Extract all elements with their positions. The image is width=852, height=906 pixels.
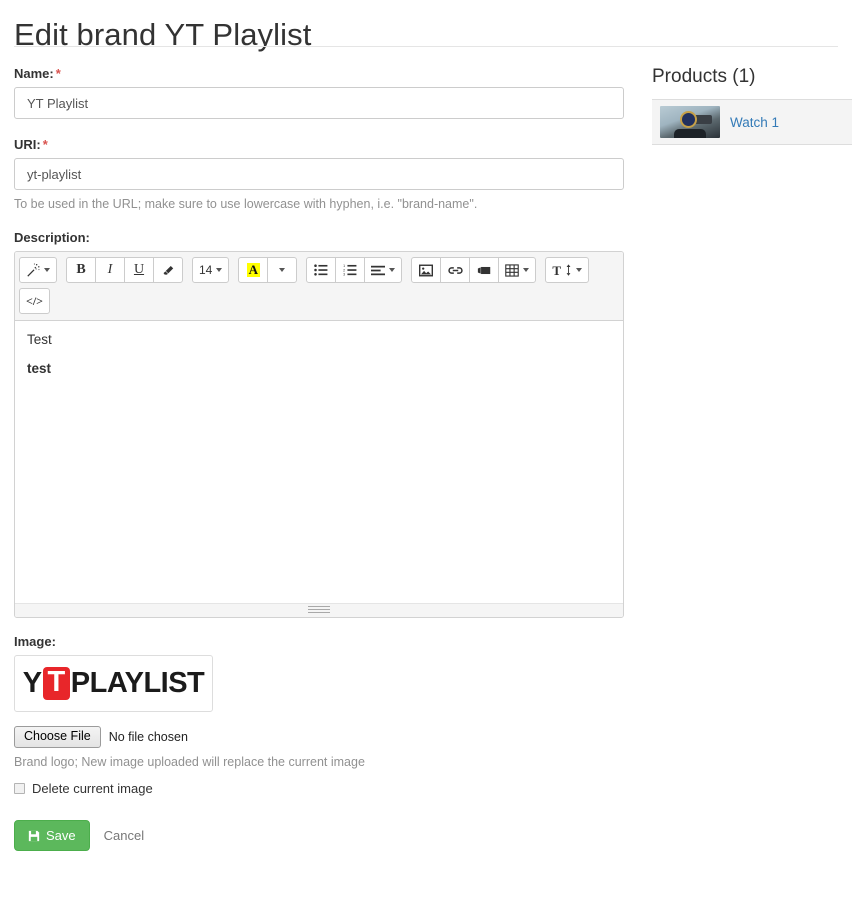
name-required-marker: *: [55, 66, 61, 81]
ordered-list-icon[interactable]: 1 2 3: [335, 257, 366, 283]
underline-button[interactable]: U: [124, 257, 154, 283]
toolbar-group-paragraph: 1 2 3: [306, 257, 403, 283]
resize-grip-icon: [308, 606, 330, 615]
toolbar-group-style: [19, 257, 57, 283]
svg-text:2: 2: [344, 268, 346, 272]
uri-help-text: To be used in the URL; make sure to use …: [14, 197, 478, 211]
editor-paragraph: Test: [27, 332, 52, 347]
logo-word-playlist: PLAYLIST: [70, 666, 205, 699]
toolbar-group-font-style: B I U: [66, 257, 183, 283]
toolbar-group-code: </>: [19, 288, 51, 314]
svg-text:1: 1: [344, 264, 346, 268]
save-button-label: Save: [46, 828, 76, 843]
image-help-text: Brand logo; New image uploaded will repl…: [14, 755, 365, 769]
save-button[interactable]: Save: [14, 820, 90, 851]
code-view-label: </>: [26, 294, 44, 308]
product-link[interactable]: Watch 1: [730, 115, 779, 130]
toolbar-group-line-height: T: [545, 257, 590, 283]
toolbar-group-color: A: [238, 257, 298, 283]
bold-button[interactable]: B: [66, 257, 96, 283]
name-input[interactable]: [14, 87, 624, 119]
form-actions: Save Cancel: [14, 820, 624, 851]
delete-current-image-checkbox[interactable]: [14, 783, 25, 794]
rich-text-editor: B I U 14 A 1 2 3 T </> Test test: [14, 251, 624, 618]
chevron-down-icon: [523, 268, 530, 272]
insert-image-icon[interactable]: [411, 257, 442, 283]
floppy-disk-icon: [28, 830, 40, 841]
cancel-button[interactable]: Cancel: [104, 828, 144, 843]
font-size-button[interactable]: 14: [192, 257, 230, 283]
style-magic-wand-icon[interactable]: [19, 257, 57, 283]
page-title: Edit brand YT Playlist: [14, 16, 312, 52]
list-item[interactable]: Watch 1: [652, 100, 852, 145]
name-label-text: Name:: [14, 66, 54, 81]
title-divider: [14, 46, 838, 47]
file-name-text: No file chosen: [108, 730, 188, 744]
font-size-value: 14: [199, 263, 213, 277]
bold-label: B: [76, 262, 86, 277]
text-color-button[interactable]: A: [238, 257, 269, 283]
code-view-button[interactable]: </>: [19, 288, 51, 314]
text-color-dropdown[interactable]: [267, 257, 298, 283]
remove-format-eraser-icon[interactable]: [153, 257, 183, 283]
paragraph-align-icon[interactable]: [364, 257, 403, 283]
delete-image-row[interactable]: Delete current image: [14, 781, 624, 796]
chevron-down-icon: [576, 268, 583, 272]
choose-file-button[interactable]: Choose File: [14, 726, 101, 748]
toolbar-group-font-size: 14: [192, 257, 230, 283]
uri-input[interactable]: [14, 158, 624, 190]
delete-current-image-label: Delete current image: [32, 781, 153, 796]
editor-paragraph: test: [27, 361, 52, 376]
file-upload-row: Choose File No file chosen: [14, 726, 624, 748]
products-panel-title: Products (1): [652, 66, 756, 87]
chevron-down-icon: [44, 268, 50, 272]
logo-letter-t: T: [42, 667, 70, 700]
logo-letter-y: Y: [22, 666, 42, 699]
name-field-label: Name: *: [14, 66, 624, 81]
underline-label: U: [133, 262, 145, 277]
edit-brand-page: Edit brand YT Playlist Name:* URI:* To b…: [0, 0, 852, 906]
insert-video-icon[interactable]: [469, 257, 500, 283]
product-list: Watch 1: [652, 99, 852, 145]
uri-required-marker: *: [42, 137, 48, 152]
toolbar-group-insert: [411, 257, 537, 283]
image-field-label: Image:: [14, 634, 56, 649]
uri-field-label: URI: *: [14, 137, 624, 152]
line-height-label: T: [552, 262, 562, 278]
yt-playlist-logo: Y T PLAYLIST: [23, 667, 205, 700]
insert-link-icon[interactable]: [440, 257, 471, 283]
chevron-down-icon: [279, 268, 286, 272]
chevron-down-icon: [216, 268, 223, 272]
unordered-list-icon[interactable]: [306, 257, 337, 283]
editor-toolbar: B I U 14 A 1 2 3 T </>: [15, 252, 623, 321]
italic-label: I: [107, 262, 113, 277]
brand-form: Name:* URI:* To be used in the URL; make…: [14, 66, 624, 851]
chevron-down-icon: [389, 268, 396, 272]
insert-table-icon[interactable]: [498, 257, 537, 283]
italic-button[interactable]: I: [95, 257, 125, 283]
brand-logo-preview: Y T PLAYLIST: [14, 655, 213, 712]
product-thumbnail: [660, 106, 720, 138]
editor-content-area[interactable]: Test test: [15, 321, 623, 603]
text-color-label: A: [246, 262, 261, 277]
editor-resize-handle[interactable]: [15, 603, 623, 617]
line-height-button[interactable]: T: [545, 257, 590, 283]
svg-text:3: 3: [344, 273, 346, 276]
uri-label-text: URI:: [14, 137, 41, 152]
products-panel: Products (1) Watch 1: [652, 66, 852, 145]
description-field-label: Description:: [14, 230, 90, 245]
